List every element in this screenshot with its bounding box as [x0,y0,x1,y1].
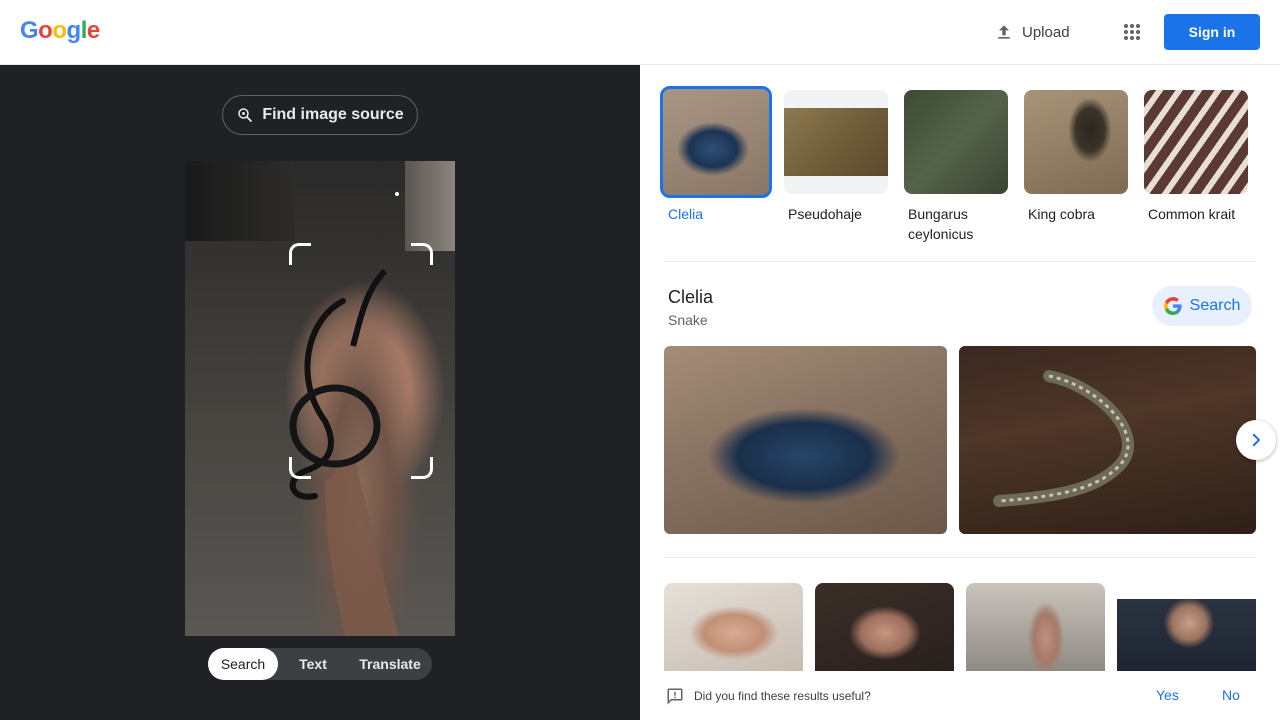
crop-selection-box[interactable] [289,243,433,479]
snake-image-content [784,108,888,176]
visual-matches-row [664,583,1256,671]
snake-image [904,90,1008,194]
snake-image [660,86,772,198]
upload-label: Upload [1022,23,1070,41]
tab-search[interactable]: Search [208,648,278,680]
carousel-next-button[interactable] [1236,420,1276,460]
tab-translate[interactable]: Translate [348,648,432,680]
snake-image [1144,90,1248,194]
top-bar: Google Upload Sign in [0,0,1280,65]
google-logo[interactable]: Google [20,17,100,45]
visual-match-image[interactable] [815,583,954,671]
entity-search-button[interactable]: Search [1152,286,1252,326]
logo-letter: o [52,17,67,44]
crop-handle-top-left[interactable] [289,243,311,265]
suggestion-label: Pseudohaje [788,206,862,222]
upload-button[interactable]: Upload [984,14,1080,50]
visual-match-image[interactable] [1117,583,1256,671]
find-source-label: Find image source [262,106,404,123]
apps-grid-icon [1124,24,1140,40]
google-g-icon [1163,297,1182,315]
suggestion-label: Common krait [1148,206,1236,222]
result-image[interactable] [959,346,1256,534]
lens-mode-tabs: Search Text Translate [208,648,432,680]
suggestion-clelia[interactable]: Clelia [660,86,772,244]
snake-image [1024,90,1128,194]
visual-match-image[interactable] [966,583,1105,671]
query-image-pane: Find image source Search Text Translate [0,65,640,720]
snake-image [993,370,1134,507]
suggestion-bungarus-ceylonicus[interactable]: Bungarus ceylonicus [904,90,1008,244]
crop-handle-bottom-left[interactable] [289,457,311,479]
chevron-right-icon [1252,433,1260,447]
logo-letter: e [86,17,100,44]
logo-letter: g [66,17,82,44]
entity-subtitle: Snake [668,312,708,328]
section-divider [664,557,1256,558]
suggestion-pseudohaje[interactable]: Pseudohaje [784,90,888,244]
feedback-icon [667,688,683,705]
section-divider [664,261,1256,262]
logo-letter: G [20,17,39,44]
suggestion-label: Clelia [668,206,704,222]
suggestion-label: King cobra [1028,206,1095,222]
snake-image [784,90,888,194]
entity-header: Clelia Snake [668,287,713,328]
result-image[interactable] [664,346,947,534]
results-pane: Clelia Pseudohaje Bungarus ceylonicus Ki… [640,65,1280,720]
lens-search-icon [238,108,253,122]
tab-text[interactable]: Text [278,648,348,680]
entity-title: Clelia [668,287,714,307]
feedback-question: Did you find these results useful? [694,689,871,703]
entity-search-label: Search [1189,297,1241,314]
entity-suggestions: Clelia Pseudohaje Bungarus ceylonicus Ki… [660,86,1248,244]
upload-icon [998,25,1010,39]
crop-handle-top-right[interactable] [411,243,433,265]
feedback-bar: Did you find these results useful? Yes N… [640,671,1280,720]
find-image-source-button[interactable]: Find image source [222,95,418,135]
suggestion-king-cobra[interactable]: King cobra [1024,90,1128,244]
logo-letter: o [38,17,53,44]
query-photo [185,161,455,636]
sign-in-button[interactable]: Sign in [1164,14,1260,50]
suggestion-label: Bungarus ceylonicus [908,206,974,242]
feedback-yes-button[interactable]: Yes [1156,687,1179,703]
feedback-no-button[interactable]: No [1222,687,1240,703]
apps-button[interactable] [1116,16,1148,48]
crop-handle-bottom-right[interactable] [411,457,433,479]
suggestion-common-krait[interactable]: Common krait [1144,90,1248,244]
visual-match-image[interactable] [664,583,803,671]
